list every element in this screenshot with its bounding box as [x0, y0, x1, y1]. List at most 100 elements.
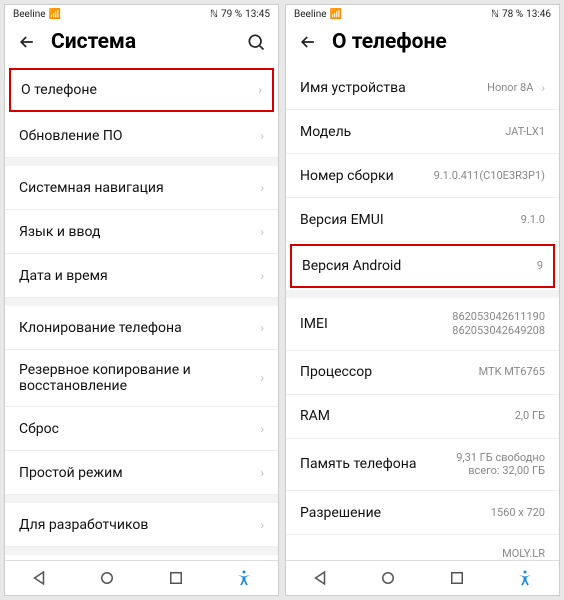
row-label: Имя устройства — [300, 80, 487, 96]
row-label: Резервное копирование и восстановление — [19, 362, 252, 394]
nav-accessibility-icon[interactable] — [516, 569, 534, 587]
list-item[interactable]: IMEI862053042611190 862053042649208 — [286, 298, 559, 351]
chevron-right-icon: › — [260, 225, 264, 239]
section-gap — [5, 298, 278, 306]
row-label: Сброс — [19, 421, 252, 437]
page-title: О телефоне — [332, 30, 547, 54]
chevron-right-icon: › — [541, 81, 545, 95]
chevron-right-icon: › — [260, 422, 264, 436]
row-label: RAM — [300, 408, 515, 424]
row-value: 9 — [537, 259, 543, 273]
section-gap — [5, 495, 278, 503]
section-gap — [286, 290, 559, 298]
row-label: Для разработчиков — [19, 517, 252, 533]
header: Система — [5, 22, 278, 66]
nav-accessibility-icon[interactable] — [235, 569, 253, 587]
row-label: Язык и ввод — [19, 224, 252, 240]
signal-icon: 📶 — [330, 9, 342, 20]
time-label: 13:46 — [526, 9, 551, 20]
page-title: Система — [51, 30, 232, 54]
list-item[interactable]: RAM2,0 ГБ — [286, 395, 559, 439]
chevron-right-icon: › — [260, 181, 264, 195]
list-item[interactable]: Прошивка модуля связиMOLY.LR 12A.R2.T C3… — [286, 535, 559, 560]
list-item[interactable]: О телефоне › — [9, 68, 274, 112]
row-label: Разрешение — [300, 505, 491, 521]
row-label: Обновление ПО — [19, 128, 252, 144]
list-item[interactable]: Язык и ввод › — [5, 210, 278, 254]
row-label: Дата и время — [19, 268, 252, 284]
chevron-right-icon: › — [260, 371, 264, 385]
list-item[interactable]: Версия EMUI9.1.0 — [286, 198, 559, 242]
list-item[interactable]: Обновление ПО › — [5, 114, 278, 158]
nav-recent-icon[interactable] — [448, 569, 466, 587]
list-item[interactable]: Имя устройстваHonor 8A › — [286, 66, 559, 110]
row-value: 2,0 ГБ — [515, 409, 545, 423]
chevron-right-icon: › — [260, 269, 264, 283]
list-item[interactable]: Клонирование телефона › — [5, 306, 278, 350]
row-value: 862053042611190 862053042649208 — [452, 310, 545, 338]
chevron-right-icon: › — [260, 466, 264, 480]
section-gap — [5, 158, 278, 166]
row-value: MTK MT6765 — [479, 365, 545, 379]
list-item[interactable]: Номер сборки9.1.0.411(C10E3R3P1) — [286, 154, 559, 198]
carrier-label: Beeline — [13, 9, 46, 20]
chevron-right-icon: › — [258, 83, 262, 97]
screen-system: Beeline 📶 ℕ 79 % 13:45 Система О телефон… — [4, 4, 279, 596]
time-label: 13:45 — [245, 9, 270, 20]
row-value: MOLY.LR 12A.R2.T C3.UNI.P R3.SP.V — [500, 547, 545, 560]
row-value: 9,31 ГБ свободно всего: 32,00 ГБ — [456, 451, 545, 479]
row-value: 9.1.0.411(C10E3R3P1) — [434, 169, 545, 183]
status-bar: Beeline 📶 ℕ 79 % 13:45 — [5, 5, 278, 22]
nav-bar — [5, 560, 278, 595]
row-label: Версия EMUI — [300, 212, 521, 228]
search-icon[interactable] — [246, 32, 266, 52]
nav-back-icon[interactable] — [311, 569, 329, 587]
screen-about-phone: Beeline 📶 ℕ 78 % 13:46 О телефоне Имя ус… — [285, 4, 560, 596]
list-item[interactable]: Память телефона9,31 ГБ свободно всего: 3… — [286, 439, 559, 492]
battery-label: 78 % — [502, 9, 523, 20]
nav-home-icon[interactable] — [98, 569, 116, 587]
list-item[interactable]: МодельJAT-LX1 — [286, 110, 559, 154]
nfc-icon: ℕ — [491, 9, 499, 20]
list-item[interactable]: Системная навигация › — [5, 166, 278, 210]
row-label: Номер сборки — [300, 168, 434, 184]
status-bar: Beeline 📶 ℕ 78 % 13:46 — [286, 5, 559, 22]
row-value: 9.1.0 — [521, 213, 545, 227]
list-item[interactable]: Сброс › — [5, 407, 278, 451]
row-label: Простой режим — [19, 465, 252, 481]
row-label: О телефоне — [21, 82, 250, 98]
nav-bar — [286, 560, 559, 595]
header: О телефоне — [286, 22, 559, 66]
row-label: Модель — [300, 124, 505, 140]
row-label: Системная навигация — [19, 180, 252, 196]
nav-recent-icon[interactable] — [167, 569, 185, 587]
about-list: Имя устройстваHonor 8A›МодельJAT-LX1Номе… — [286, 66, 559, 560]
row-label: IMEI — [300, 316, 452, 332]
row-label: Процессор — [300, 364, 479, 380]
section-gap — [5, 547, 278, 555]
row-label: Память телефона — [300, 456, 456, 472]
row-label: Версия Android — [302, 258, 537, 274]
nav-home-icon[interactable] — [379, 569, 397, 587]
list-item[interactable]: Разрешение1560 x 720 — [286, 491, 559, 535]
signal-icon: 📶 — [49, 9, 61, 20]
back-icon[interactable] — [17, 32, 37, 52]
chevron-right-icon: › — [260, 518, 264, 532]
nav-back-icon[interactable] — [30, 569, 48, 587]
list-item[interactable]: Версия Android9 — [290, 244, 555, 288]
row-value: Honor 8A — [487, 81, 533, 95]
chevron-right-icon: › — [260, 129, 264, 143]
list-item[interactable]: Для разработчиков › — [5, 503, 278, 547]
list-item[interactable]: Дата и время › — [5, 254, 278, 298]
list-item[interactable]: ПроцессорMTK MT6765 — [286, 351, 559, 395]
list-item[interactable]: Резервное копирование и восстановление › — [5, 350, 278, 407]
list-item[interactable]: Простой режим › — [5, 451, 278, 495]
chevron-right-icon: › — [260, 321, 264, 335]
back-icon[interactable] — [298, 32, 318, 52]
row-value: 1560 x 720 — [491, 506, 545, 520]
carrier-label: Beeline — [294, 9, 327, 20]
settings-list: О телефоне›Обновление ПО›Системная навиг… — [5, 66, 278, 560]
battery-label: 79 % — [221, 9, 242, 20]
row-label: Клонирование телефона — [19, 320, 252, 336]
nfc-icon: ℕ — [210, 9, 218, 20]
